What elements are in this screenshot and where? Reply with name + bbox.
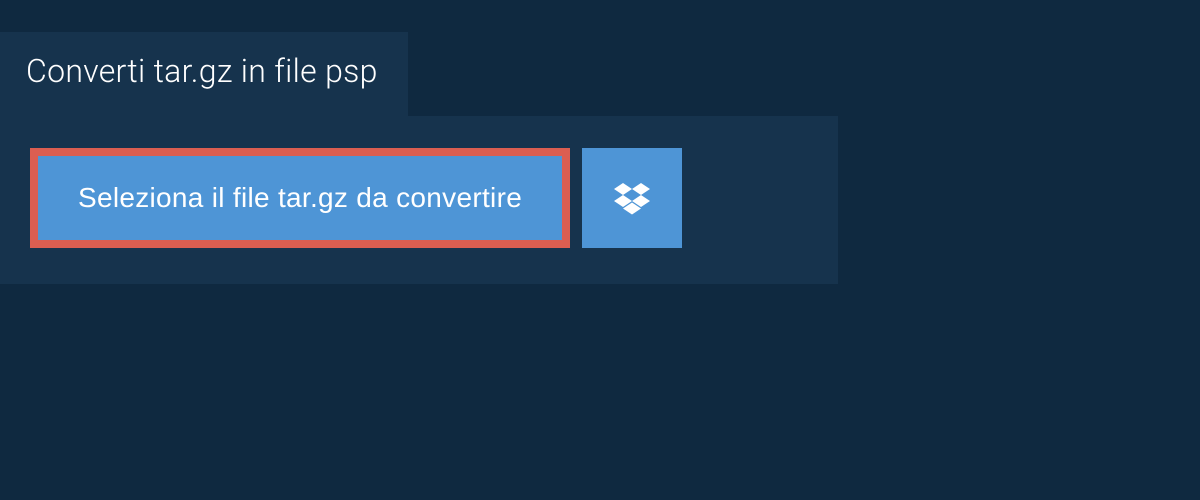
content-area: Seleziona il file tar.gz da convertire — [0, 116, 838, 284]
dropbox-button[interactable] — [582, 148, 682, 248]
tab-container: Converti tar.gz in file psp — [0, 0, 1200, 116]
select-file-button[interactable]: Seleziona il file tar.gz da convertire — [38, 156, 562, 240]
tab-title: Converti tar.gz in file psp — [26, 52, 378, 90]
tab-convert[interactable]: Converti tar.gz in file psp — [0, 32, 408, 116]
button-group: Seleziona il file tar.gz da convertire — [30, 148, 808, 248]
select-file-label: Seleziona il file tar.gz da convertire — [78, 182, 522, 213]
dropbox-icon — [614, 180, 650, 216]
highlight-wrapper: Seleziona il file tar.gz da convertire — [30, 148, 570, 248]
